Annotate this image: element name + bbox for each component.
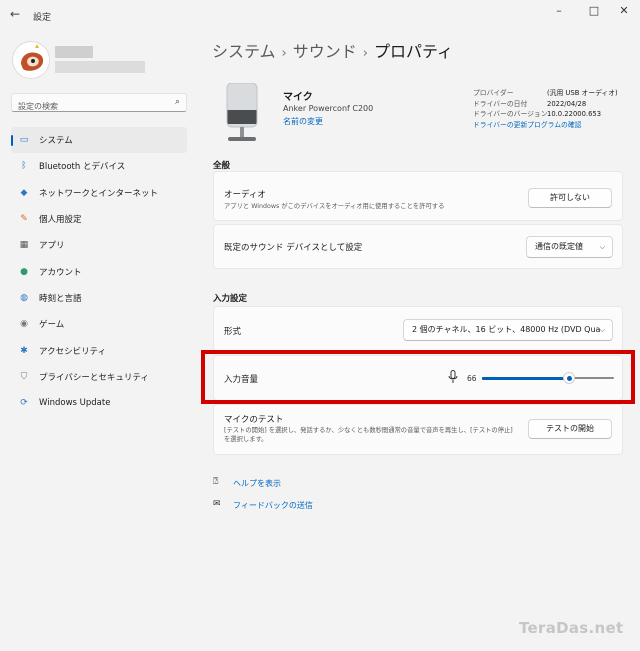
property-key: ドライバーの日付 <box>473 99 528 108</box>
sidebar-item-label: アクセシビリティ <box>39 346 107 357</box>
shield-icon: ⛉ <box>20 371 28 382</box>
property-value: (汎用 USB オーディオ) <box>547 89 618 97</box>
sidebar-nav: ▭ システム ᛒ Bluetooth とデバイス ◆ ネットワークとインターネット ✎ 個人用… <box>11 127 187 416</box>
account-email-blurred <box>55 61 145 73</box>
page-title: プロパティ <box>373 42 453 61</box>
sidebar-item-1[interactable]: ᛒ Bluetooth とデバイス <box>11 153 187 179</box>
minimize-button[interactable]: – <box>549 4 569 17</box>
section-input-title: 入力設定 <box>213 294 248 304</box>
wifi-icon: ◆ <box>20 187 28 198</box>
help-icon: ⍰ <box>213 477 219 487</box>
accessibility-icon: ✱ <box>20 345 28 356</box>
format-select[interactable]: 2 個のチャネル、16 ビット、48000 Hz (DVD Qua ⌵ <box>403 319 613 341</box>
property-driver-date: ドライバーの日付 2022/04/28 <box>473 99 618 110</box>
avatar[interactable] <box>12 41 50 79</box>
start-test-button[interactable]: テストの開始 <box>528 419 612 439</box>
property-provider: プロバイダー (汎用 USB オーディオ) <box>473 88 618 99</box>
default-device-select[interactable]: 通信の既定値 ⌵ <box>526 236 613 258</box>
default-device-value: 通信の既定値 <box>535 242 583 251</box>
sidebar-item-label: プライバシーとセキュリティ <box>39 372 149 383</box>
breadcrumb: システム › サウンド › プロパティ <box>212 38 453 62</box>
section-general-title: 全般 <box>213 161 231 171</box>
chevron-down-icon: ⌵ <box>599 243 605 251</box>
driver-update-link[interactable]: ドライバーの更新プログラムの確認 <box>473 120 581 131</box>
sidebar-item-10[interactable]: ⟳ Windows Update <box>11 390 187 416</box>
settings-search-box[interactable]: ⌕ <box>11 93 187 115</box>
chevron-right-icon: › <box>362 46 368 61</box>
mic-test-card: マイクのテスト [テストの開始] を選択し、発話するか、少なくとも数秒間通常の音… <box>213 404 623 455</box>
default-device-label: 既定のサウンド デバイスとして設定 <box>224 243 363 253</box>
sidebar-item-label: Windows Update <box>39 398 111 409</box>
sidebar-item-8[interactable]: ✱ アクセシビリティ <box>11 337 187 363</box>
account-icon: ● <box>20 266 28 277</box>
highlight-frame <box>201 350 635 404</box>
search-input[interactable] <box>12 98 162 115</box>
audio-label: オーディオ <box>224 190 266 200</box>
breadcrumb-item-system[interactable]: システム <box>212 42 276 61</box>
sidebar-item-6[interactable]: ◍ 時刻と言語 <box>11 285 187 311</box>
rename-link[interactable]: 名前の変更 <box>283 116 323 127</box>
sidebar-item-label: 個人用設定 <box>39 215 82 226</box>
format-label: 形式 <box>224 327 242 337</box>
sidebar-item-0[interactable]: ▭ システム <box>11 127 187 154</box>
chevron-right-icon: › <box>281 46 287 61</box>
feedback-icon: ✉ <box>213 499 221 509</box>
sidebar-item-9[interactable]: ⛉ プライバシーとセキュリティ <box>11 364 187 390</box>
mic-test-label: マイクのテスト <box>224 415 284 425</box>
sidebar-item-7[interactable]: ◉ ゲーム <box>11 311 187 337</box>
back-arrow-icon[interactable]: ← <box>10 7 20 21</box>
breadcrumb-item-sound[interactable]: サウンド <box>293 42 357 61</box>
property-driver-version: ドライバーのバージョン 10.0.22000.653 <box>473 109 618 120</box>
sidebar-item-label: 時刻と言語 <box>39 293 82 304</box>
sidebar-item-label: システム <box>39 136 73 147</box>
sidebar-item-label: アプリ <box>39 241 65 252</box>
sidebar-item-4[interactable]: ▦ アプリ <box>11 232 187 258</box>
app-title: 設定 <box>33 13 52 23</box>
bluetooth-icon: ᛒ <box>21 161 27 172</box>
brush-icon: ✎ <box>20 214 28 225</box>
windows-update-icon: ⟳ <box>20 398 28 409</box>
sidebar-item-label: アカウント <box>39 267 82 278</box>
watermark: TeraDas.net <box>519 619 624 637</box>
format-value: 2 個のチャネル、16 ビット、48000 Hz (DVD Qua <box>412 325 601 334</box>
mic-test-description: [テストの開始] を選択し、発話するか、少なくとも数秒間通常の音量で音声を再生し… <box>224 427 513 443</box>
property-key: プロバイダー <box>473 89 514 97</box>
help-link[interactable]: ヘルプを表示 <box>233 478 281 489</box>
device-model: Anker Powerconf C200 <box>283 104 374 113</box>
audio-description: アプリと Windows がこのデバイスをオーディオ用に使用することを許可する <box>224 203 445 210</box>
apps-icon: ▦ <box>19 240 29 251</box>
property-key: ドライバーのバージョン <box>473 110 548 118</box>
account-name-blurred <box>55 46 93 58</box>
globe-icon: ◍ <box>20 292 28 303</box>
sidebar-item-label: Bluetooth とデバイス <box>39 162 126 173</box>
audio-permission-card: オーディオ アプリと Windows がこのデバイスをオーディオ用に使用すること… <box>213 171 623 221</box>
sidebar-item-2[interactable]: ◆ ネットワークとインターネット <box>11 180 187 206</box>
sidebar-item-label: ゲーム <box>39 320 65 331</box>
close-button[interactable]: ✕ <box>614 4 634 17</box>
search-icon[interactable]: ⌕ <box>175 97 180 107</box>
format-card: 形式 2 個のチャネル、16 ビット、48000 Hz (DVD Qua ⌵ <box>213 306 623 352</box>
gamepad-icon: ◉ <box>20 319 28 330</box>
maximize-button[interactable]: □ <box>584 4 604 17</box>
microphone-device-icon <box>226 83 258 141</box>
system-icon: ▭ <box>19 135 29 146</box>
sidebar-item-3[interactable]: ✎ 個人用設定 <box>11 206 187 232</box>
deny-audio-button[interactable]: 許可しない <box>528 188 612 208</box>
device-properties: プロバイダー (汎用 USB オーディオ) ドライバーの日付 2022/04/28 … <box>473 88 618 130</box>
sidebar-item-label: ネットワークとインターネット <box>39 188 159 199</box>
default-device-card: 既定のサウンド デバイスとして設定 通信の既定値 ⌵ <box>213 224 623 269</box>
feedback-link[interactable]: フィードバックの送信 <box>233 500 313 511</box>
chevron-down-icon: ⌵ <box>599 326 605 334</box>
device-name: マイク <box>283 92 313 103</box>
sidebar-item-5[interactable]: ● アカウント <box>11 258 187 284</box>
property-value: 10.0.22000.653 <box>547 110 602 118</box>
property-value: 2022/04/28 <box>547 99 587 108</box>
title-bar: ← 設定 – □ ✕ <box>0 0 640 30</box>
